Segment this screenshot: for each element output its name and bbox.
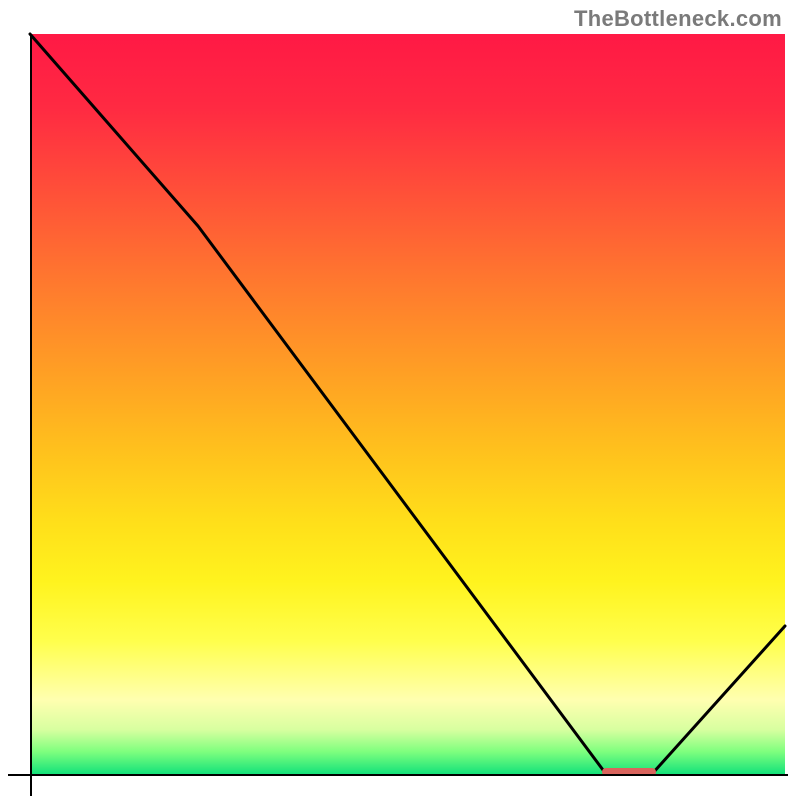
bottleneck-curve-path [30,34,785,774]
x-axis [8,774,788,776]
chart-container: TheBottleneck.com [0,0,800,800]
y-axis [30,34,32,796]
attribution-label: TheBottleneck.com [574,6,782,32]
curve-layer [30,34,785,774]
